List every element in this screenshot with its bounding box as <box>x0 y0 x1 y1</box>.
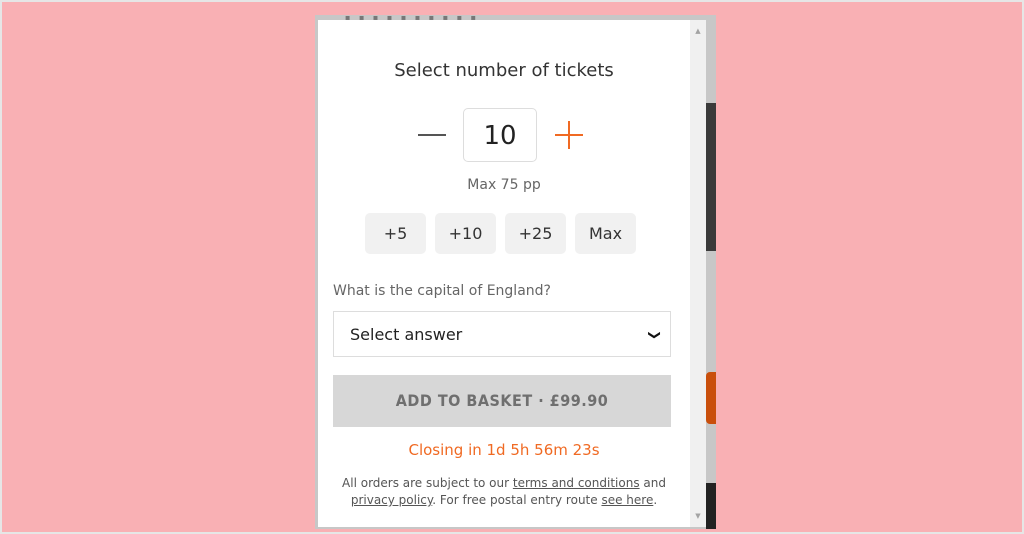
max-button[interactable]: Max <box>575 213 636 254</box>
chevron-down-icon: ❯ <box>647 329 662 341</box>
modal-scrollbar[interactable]: ▲ ▼ <box>690 20 706 527</box>
answer-select[interactable]: Select answer ❯ <box>333 311 671 357</box>
background-footer <box>706 483 716 529</box>
footer-text: . <box>653 493 658 507</box>
quantity-stepper: 10 <box>318 108 690 164</box>
minus-icon <box>418 134 446 136</box>
quick-add-buttons: +5 +10 +25 Max <box>365 213 636 254</box>
add-10-button[interactable]: +10 <box>435 213 496 254</box>
postal-entry-link[interactable]: see here <box>601 493 653 507</box>
plus-icon[interactable] <box>555 121 583 149</box>
scroll-up-icon[interactable]: ▲ <box>690 24 706 38</box>
footer-text: . For free postal entry route <box>432 493 602 507</box>
scroll-down-icon[interactable]: ▼ <box>690 509 706 523</box>
countdown-text: Closing in 1d 5h 56m 23s <box>408 441 600 459</box>
privacy-policy-link[interactable]: privacy policy <box>351 493 432 507</box>
modal-title: Select number of tickets <box>394 60 614 81</box>
terms-footer: All orders are subject to our terms and … <box>328 475 680 509</box>
max-per-person-label: Max 75 pp <box>467 177 541 193</box>
add-to-basket-button[interactable]: ADD TO BASKET · £99.90 <box>333 375 671 427</box>
footer-text: and <box>639 476 666 490</box>
background-image <box>706 103 716 251</box>
question-label: What is the capital of England? <box>333 283 551 299</box>
answer-select-value: Select answer <box>350 325 463 344</box>
add-5-button[interactable]: +5 <box>365 213 426 254</box>
quantity-input[interactable]: 10 <box>463 108 537 162</box>
decrease-button[interactable] <box>414 118 450 154</box>
ticket-selection-modal: Select number of tickets 10 Max 75 pp +5… <box>318 20 690 527</box>
terms-link[interactable]: terms and conditions <box>513 476 640 490</box>
background-button <box>706 372 716 424</box>
add-25-button[interactable]: +25 <box>505 213 566 254</box>
footer-text: All orders are subject to our <box>342 476 513 490</box>
